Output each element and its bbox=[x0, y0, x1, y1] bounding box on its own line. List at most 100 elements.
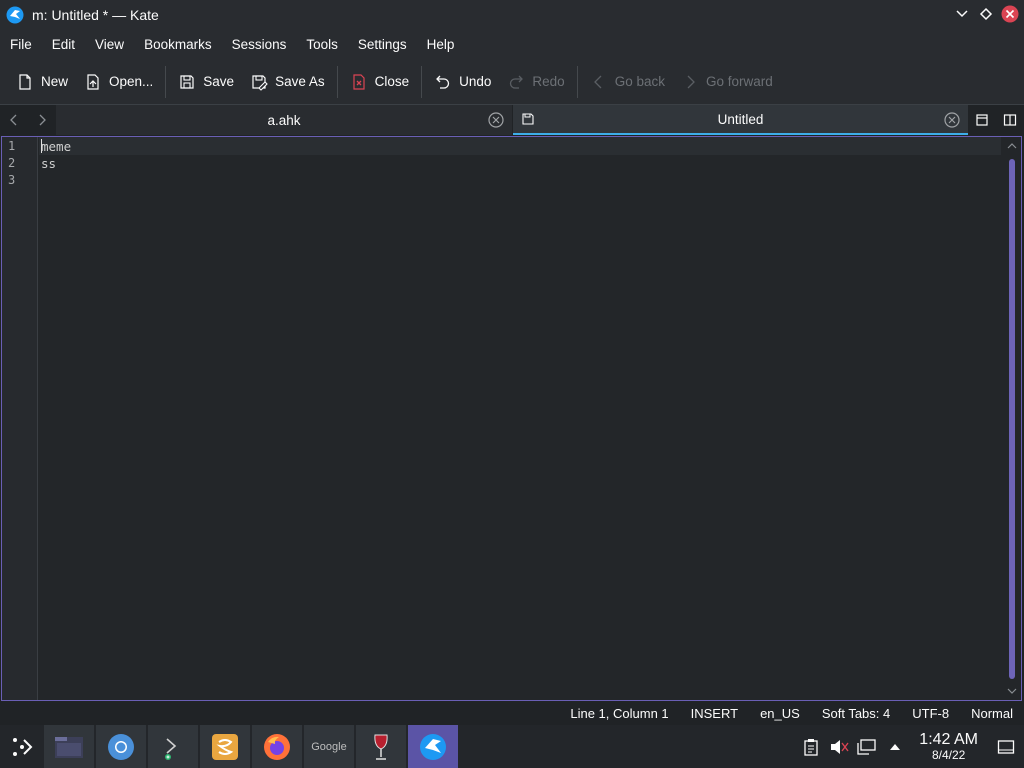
task-chromium[interactable] bbox=[96, 725, 146, 768]
chromium-icon bbox=[108, 733, 134, 760]
new-tab-button[interactable] bbox=[968, 105, 996, 135]
close-tab-icon[interactable] bbox=[488, 112, 504, 128]
system-tray: 1:42 AM 8/4/22 bbox=[797, 725, 1024, 768]
close-label: Close bbox=[374, 74, 410, 89]
indentation-setting[interactable]: Soft Tabs: 4 bbox=[811, 706, 901, 721]
task-firefox[interactable] bbox=[252, 725, 302, 768]
chevron-right-icon bbox=[687, 75, 695, 88]
close-tab-icon[interactable] bbox=[944, 112, 960, 128]
sublime-icon bbox=[212, 733, 238, 760]
close-document-button[interactable]: Close bbox=[342, 65, 418, 99]
line-number: 3 bbox=[8, 173, 16, 187]
maximize-button[interactable] bbox=[976, 4, 996, 24]
go-forward-button[interactable]: Go forward bbox=[673, 65, 781, 99]
redo-icon bbox=[510, 75, 524, 89]
clock-date: 8/4/22 bbox=[931, 748, 966, 762]
menu-bar: File Edit View Bookmarks Sessions Tools … bbox=[0, 30, 1024, 59]
go-back-button[interactable]: Go back bbox=[582, 65, 673, 99]
firefox-icon bbox=[264, 733, 290, 760]
new-button[interactable]: New bbox=[8, 65, 76, 99]
text-cursor bbox=[41, 139, 42, 153]
system-clock[interactable]: 1:42 AM 8/4/22 bbox=[909, 731, 988, 762]
open-label: Open... bbox=[109, 74, 154, 89]
line-number: 1 bbox=[8, 139, 16, 153]
network-icon bbox=[857, 738, 876, 755]
save-button[interactable]: Save bbox=[170, 65, 242, 99]
menu-edit[interactable]: Edit bbox=[42, 30, 85, 59]
tray-network[interactable] bbox=[853, 725, 881, 768]
save-as-label: Save As bbox=[275, 74, 325, 89]
scrollbar-thumb[interactable] bbox=[1009, 159, 1015, 679]
undo-button[interactable]: Undo bbox=[426, 65, 499, 99]
tab-scroll-left-button[interactable] bbox=[0, 105, 28, 135]
tray-volume[interactable] bbox=[825, 725, 853, 768]
redo-label: Redo bbox=[532, 74, 565, 89]
title-bar: m: Untitled * — Kate bbox=[0, 0, 1024, 30]
new-label: New bbox=[41, 74, 69, 89]
menu-view[interactable]: View bbox=[85, 30, 134, 59]
menu-sessions[interactable]: Sessions bbox=[222, 30, 297, 59]
redo-button[interactable]: Redo bbox=[499, 65, 572, 99]
encoding[interactable]: UTF-8 bbox=[901, 706, 960, 721]
kate-icon bbox=[6, 6, 24, 24]
line-number: 2 bbox=[8, 156, 16, 170]
tab-a-ahk[interactable]: a.ahk bbox=[56, 105, 512, 135]
chevron-up-icon bbox=[890, 743, 901, 750]
menu-tools[interactable]: Tools bbox=[296, 30, 348, 59]
new-tab-icon bbox=[976, 114, 988, 126]
tab-label: Untitled bbox=[717, 111, 764, 127]
chevron-left-icon bbox=[593, 75, 602, 88]
vertical-scrollbar[interactable] bbox=[1003, 137, 1021, 700]
undo-label: Undo bbox=[459, 74, 492, 89]
steamdeck-launcher-icon bbox=[13, 737, 33, 756]
save-as-button[interactable]: Save As bbox=[242, 65, 333, 99]
tab-scroll-right-button[interactable] bbox=[28, 105, 56, 135]
undo-icon bbox=[436, 75, 450, 89]
volume-muted-icon bbox=[831, 739, 849, 754]
split-view-button[interactable] bbox=[996, 105, 1024, 135]
toolbar-separator bbox=[336, 65, 338, 98]
task-file-manager[interactable] bbox=[44, 725, 94, 768]
toolbar-separator bbox=[421, 65, 423, 98]
menu-bookmarks[interactable]: Bookmarks bbox=[134, 30, 222, 59]
tab-untitled[interactable]: Untitled bbox=[513, 105, 968, 135]
code-line[interactable]: ss bbox=[41, 156, 56, 171]
save-label: Save bbox=[203, 74, 235, 89]
clipboard-icon bbox=[804, 738, 818, 756]
scroll-up-icon[interactable] bbox=[1006, 141, 1018, 151]
close-document-icon bbox=[353, 73, 365, 90]
menu-settings[interactable]: Settings bbox=[348, 30, 417, 59]
task-terminal[interactable] bbox=[148, 725, 198, 768]
wine-icon bbox=[374, 734, 388, 760]
task-sublime[interactable] bbox=[200, 725, 250, 768]
save-as-icon bbox=[252, 74, 268, 91]
scroll-down-icon[interactable] bbox=[1006, 686, 1018, 696]
highlight-mode[interactable]: Normal bbox=[960, 706, 1024, 721]
task-google[interactable]: Google bbox=[304, 725, 354, 768]
minimize-button[interactable] bbox=[952, 4, 972, 24]
open-button[interactable]: Open... bbox=[76, 65, 161, 99]
status-bar: Line 1, Column 1 INSERT en_US Soft Tabs:… bbox=[0, 701, 1024, 725]
task-kate[interactable] bbox=[408, 725, 458, 768]
main-toolbar: New Open... Save Save As Close Undo Redo… bbox=[0, 59, 1024, 105]
editor-area[interactable]: 1 2 3 meme ss bbox=[1, 136, 1022, 701]
show-desktop-icon bbox=[997, 739, 1015, 754]
show-desktop-button[interactable] bbox=[988, 725, 1024, 768]
chevron-down-icon bbox=[956, 10, 968, 18]
code-line[interactable]: meme bbox=[41, 139, 71, 154]
new-document-icon bbox=[19, 73, 31, 90]
cursor-position[interactable]: Line 1, Column 1 bbox=[559, 706, 679, 721]
menu-file[interactable]: File bbox=[0, 30, 42, 59]
input-mode[interactable]: INSERT bbox=[680, 706, 749, 721]
document-tab-bar: a.ahk Untitled bbox=[0, 105, 1024, 135]
tray-expand[interactable] bbox=[881, 725, 909, 768]
menu-help[interactable]: Help bbox=[417, 30, 465, 59]
dictionary-language[interactable]: en_US bbox=[749, 706, 811, 721]
application-launcher[interactable] bbox=[0, 725, 44, 768]
close-window-button[interactable] bbox=[1000, 4, 1020, 24]
line-number-gutter: 1 2 3 bbox=[2, 137, 38, 700]
kate-icon bbox=[420, 733, 446, 760]
task-wine[interactable] bbox=[356, 725, 406, 768]
go-forward-label: Go forward bbox=[705, 74, 773, 89]
tray-clipboard[interactable] bbox=[797, 725, 825, 768]
